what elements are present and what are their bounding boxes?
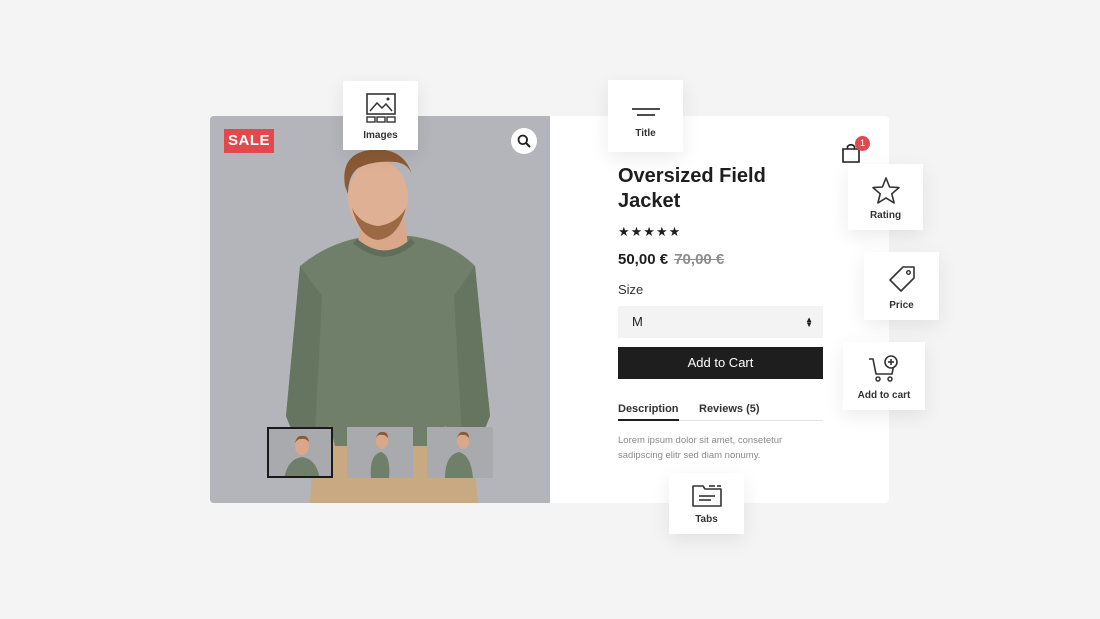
chip-add-to-cart: Add to cart [843,342,925,410]
size-select[interactable]: M ▲︎ ▼︎ [618,306,823,338]
chip-rating-label: Rating [869,210,902,221]
chip-title: Title [608,80,683,152]
cart-count-badge: 1 [855,136,870,151]
rating-stars: ★★★★★ [618,224,682,239]
product-title: Oversized Field Jacket [618,165,766,212]
add-to-cart-button[interactable]: Add to Cart [618,347,823,379]
size-label: Size [618,282,644,297]
chip-rating: Rating [848,164,923,230]
tab-reviews[interactable]: Reviews (5) [699,403,760,419]
current-price: 50,00 € [618,251,669,268]
sale-badge: SALE [224,129,274,153]
chip-price: Price [864,252,939,320]
product-card: SALE 1 Oversized Field Jacket ★★★★★ 50,0… [210,116,889,503]
select-arrows-icon: ▲︎ ▼︎ [805,315,813,329]
product-tabs: Description Reviews (5) [618,403,823,421]
chip-price-label: Price [889,300,914,311]
chip-images: Images [343,81,418,150]
star-icon [871,177,900,204]
price-tag-icon [888,266,915,292]
title-lines-icon [631,108,660,116]
chip-add-to-cart-label: Add to cart [857,390,911,401]
thumbnail-1[interactable] [267,427,333,478]
chip-title-label: Title [635,128,656,139]
thumbnail-strip [267,427,493,478]
cart-add-icon [869,355,898,382]
zoom-button[interactable] [511,128,537,154]
tab-description[interactable]: Description [618,403,679,421]
thumbnail-3[interactable] [427,427,493,478]
magnifier-icon [517,134,531,148]
chip-images-label: Images [363,130,398,141]
thumbnail-2[interactable] [347,427,413,478]
product-image-gallery[interactable]: SALE [210,116,550,503]
product-price: 50,00 € 70,00 € [618,251,724,268]
chip-tabs: Tabs [669,473,744,534]
folder-tabs-icon [691,485,722,507]
product-description: Lorem ipsum dolor sit amet, consetetur s… [618,435,783,461]
chip-tabs-label: Tabs [695,514,718,525]
size-selected-value: M [632,314,643,329]
image-icon [365,93,396,123]
old-price: 70,00 € [674,251,725,268]
